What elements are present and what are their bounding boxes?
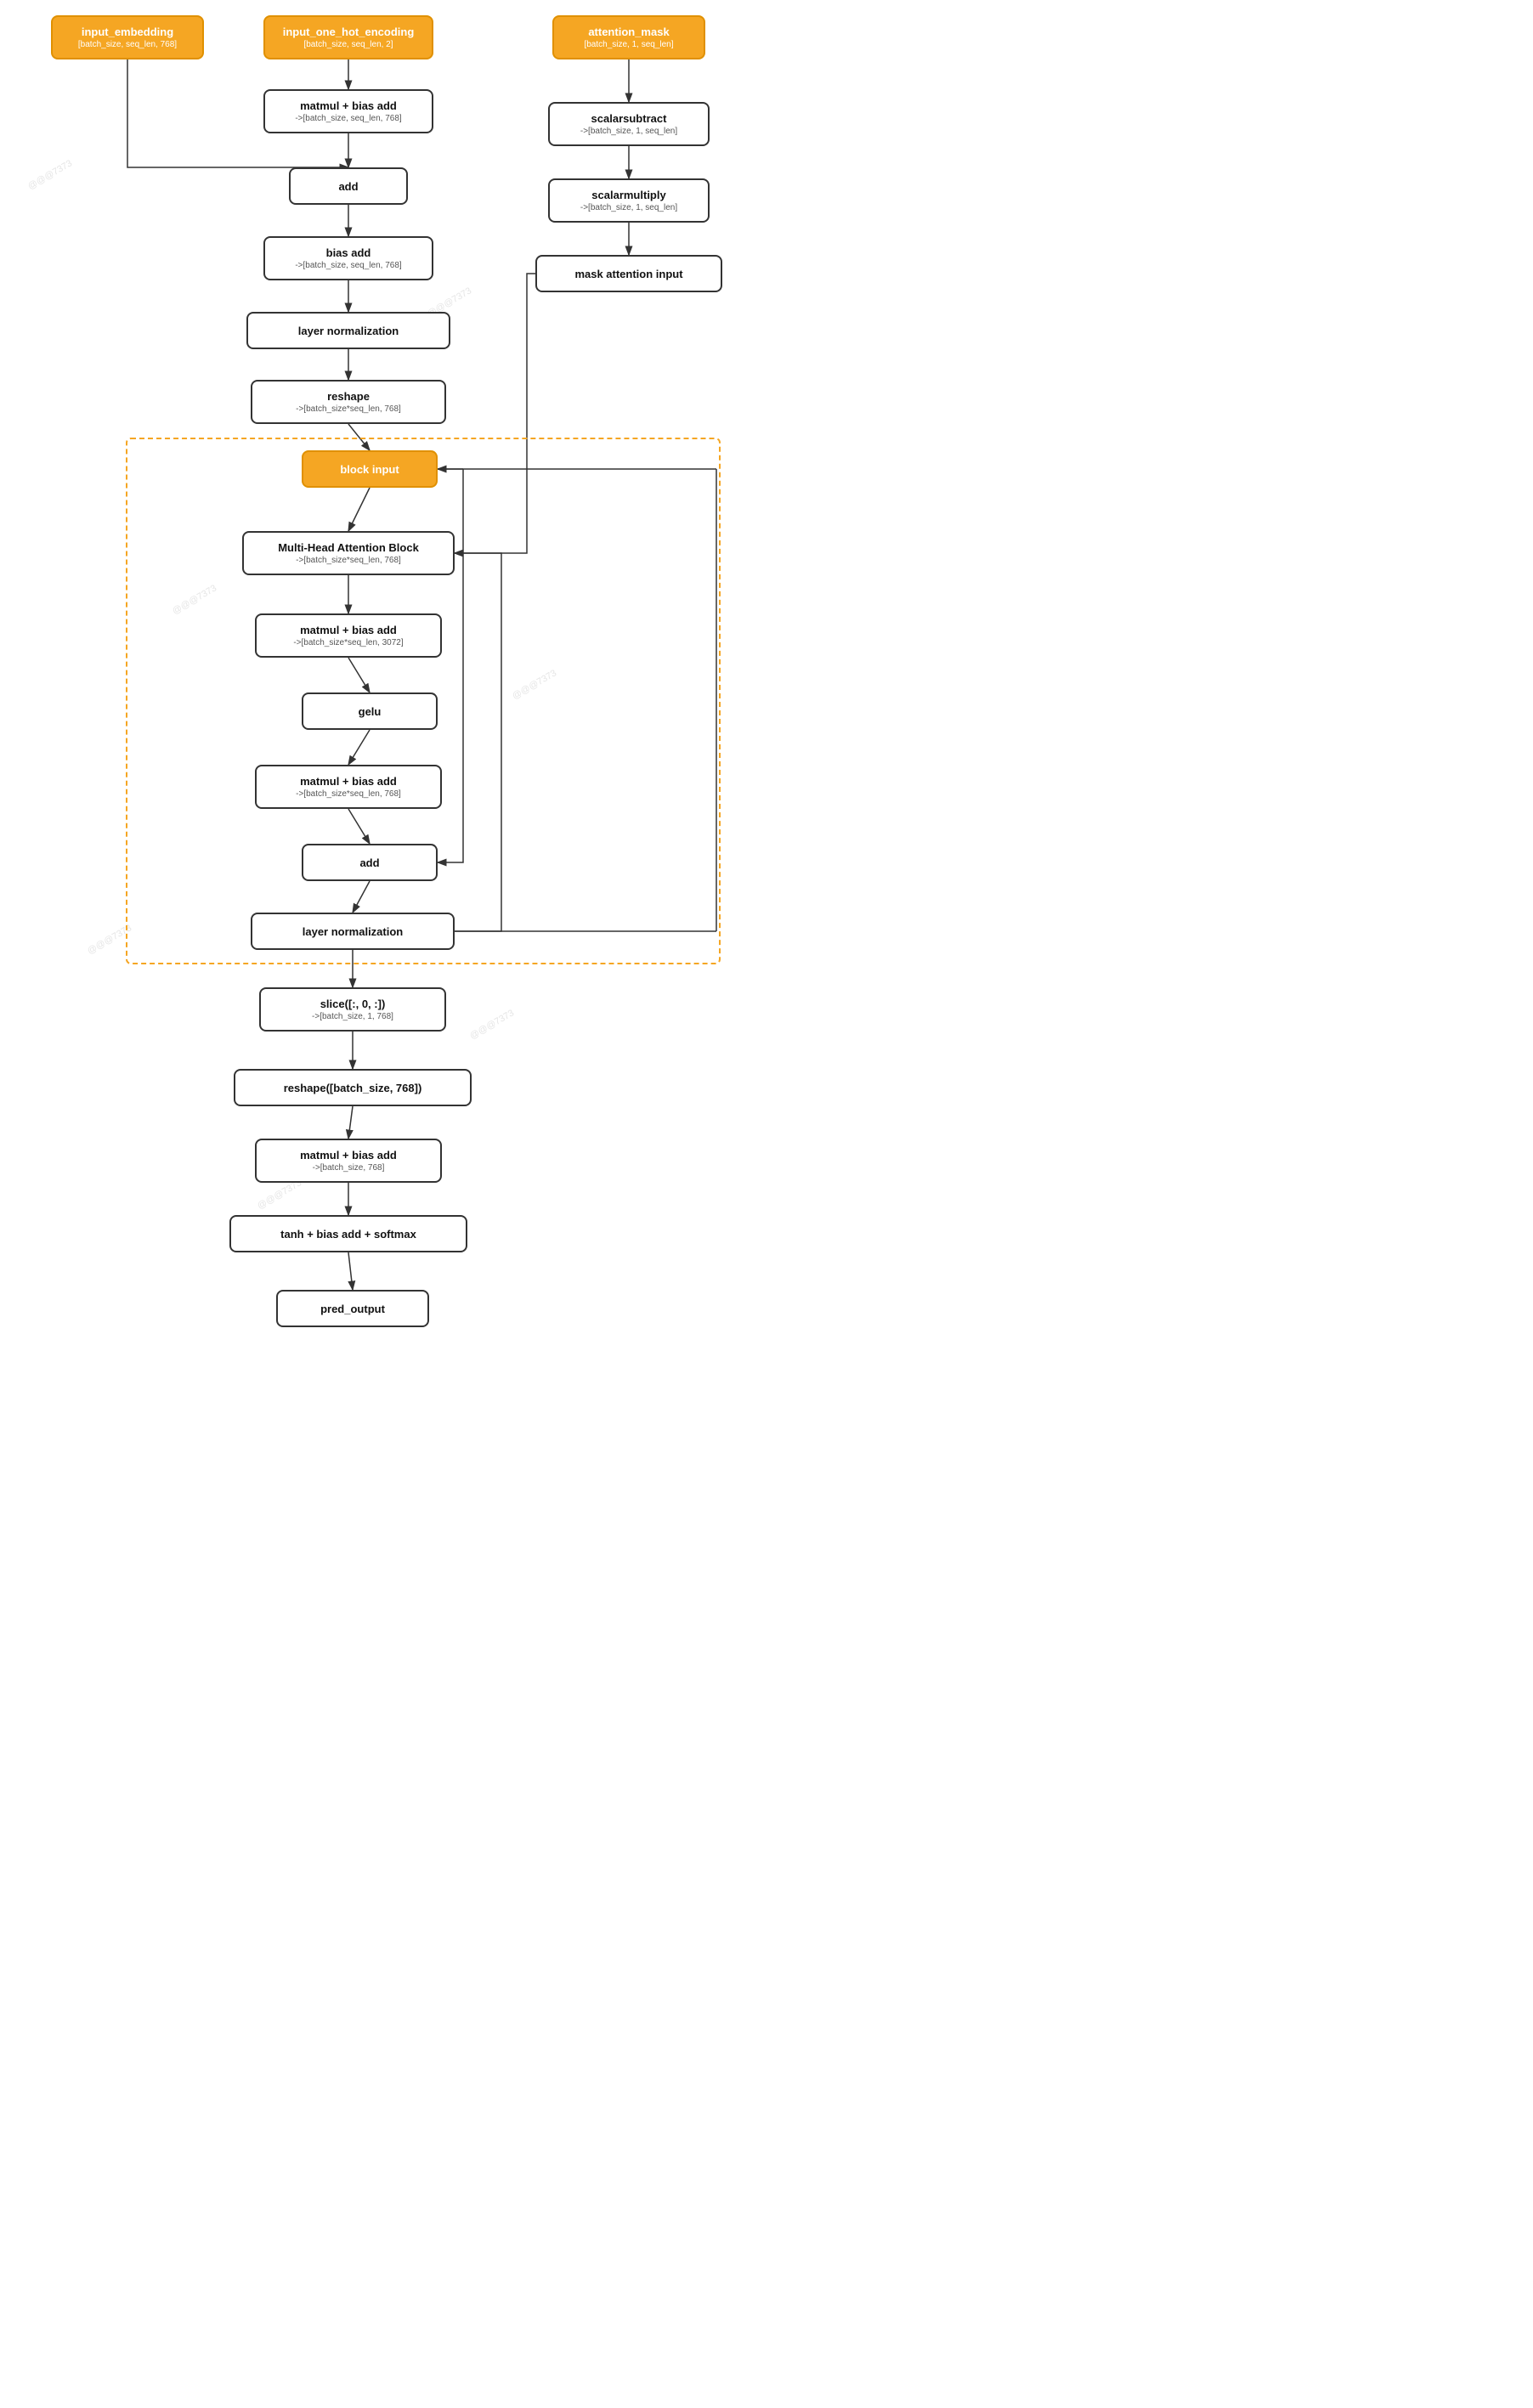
layer_norm_2-node: layer normalization [251, 913, 455, 950]
multihead_attention-node: Multi-Head Attention Block ->[batch_size*… [242, 531, 455, 575]
matmul_bias_2-node: matmul + bias add ->[batch_size*seq_len, … [255, 613, 442, 658]
block_input-title: block input [340, 463, 399, 476]
matmul_bias_3-subtitle: ->[batch_size*seq_len, 768] [296, 789, 401, 799]
matmul_bias_2-subtitle: ->[batch_size*seq_len, 3072] [293, 638, 403, 647]
matmul_bias_4-title: matmul + bias add [300, 1149, 397, 1162]
add_2-title: add [359, 856, 379, 869]
input_embedding-title: input_embedding [82, 25, 173, 38]
gelu-node: gelu [302, 692, 438, 730]
matmul_bias_1-node: matmul + bias add ->[batch_size, seq_len,… [263, 89, 433, 133]
scalarmultiply-node: scalarmultiply ->[batch_size, 1, seq_len] [548, 178, 710, 223]
block_input-node: block input [302, 450, 438, 488]
attention_mask-node: attention_mask [batch_size, 1, seq_len] [552, 15, 705, 59]
matmul_bias_4-node: matmul + bias add->[batch_size, 768] [255, 1139, 442, 1183]
add_1-node: add [289, 167, 408, 205]
multihead_attention-title: Multi-Head Attention Block [278, 541, 419, 554]
reshape_1-subtitle: ->[batch_size*seq_len, 768] [296, 404, 401, 414]
reshape_2-title: reshape([batch_size, 768]) [284, 1082, 422, 1094]
slice-node: slice([:, 0, :]) ->[batch_size, 1, 768] [259, 987, 446, 1032]
layer_norm_2-title: layer normalization [303, 925, 403, 938]
layer_norm_1-title: layer normalization [298, 325, 399, 337]
slice-subtitle: ->[batch_size, 1, 768] [312, 1012, 393, 1021]
mask_attention_input-node: mask attention input [535, 255, 722, 292]
input_one_hot-node: input_one_hot_encoding [batch_size, seq_l… [263, 15, 433, 59]
tanh_softmax-title: tanh + bias add + softmax [280, 1228, 416, 1241]
input_one_hot-title: input_one_hot_encoding [283, 25, 415, 38]
reshape_1-title: reshape [327, 390, 370, 403]
slice-title: slice([:, 0, :]) [320, 998, 386, 1010]
reshape_1-node: reshape->[batch_size*seq_len, 768] [251, 380, 446, 424]
input_one_hot-subtitle: [batch_size, seq_len, 2] [303, 40, 393, 49]
attention_mask-title: attention_mask [588, 25, 669, 38]
scalarmultiply-subtitle: ->[batch_size, 1, seq_len] [580, 203, 677, 212]
input_embedding-subtitle: [batch_size, seq_len, 768] [78, 40, 177, 49]
matmul_bias_1-subtitle: ->[batch_size, seq_len, 768] [295, 114, 401, 123]
attention_mask-subtitle: [batch_size, 1, seq_len] [584, 40, 673, 49]
multihead_attention-subtitle: ->[batch_size*seq_len, 768] [296, 556, 401, 565]
input_embedding-node: input_embedding [batch_size, seq_len, 768… [51, 15, 204, 59]
gelu-title: gelu [359, 705, 382, 718]
matmul_bias_3-node: matmul + bias add->[batch_size*seq_len, … [255, 765, 442, 809]
add_1-title: add [338, 180, 358, 193]
reshape_2-node: reshape([batch_size, 768]) [234, 1069, 472, 1106]
matmul_bias_3-title: matmul + bias add [300, 775, 397, 788]
bias_add_1-node: bias add ->[batch_size, seq_len, 768] [263, 236, 433, 280]
add_2-node: add [302, 844, 438, 881]
pred_output-title: pred_output [320, 1303, 385, 1315]
pred_output-node: pred_output [276, 1290, 429, 1327]
scalarmultiply-title: scalarmultiply [591, 189, 665, 201]
mask_attention_input-title: mask attention input [574, 268, 682, 280]
scalarsubtract-title: scalarsubtract [591, 112, 667, 125]
bias_add_1-subtitle: ->[batch_size, seq_len, 768] [295, 261, 401, 270]
scalarsubtract-subtitle: ->[batch_size, 1, seq_len] [580, 127, 677, 136]
tanh_softmax-node: tanh + bias add + softmax [229, 1215, 467, 1252]
matmul_bias_1-title: matmul + bias add [300, 99, 397, 112]
bias_add_1-title: bias add [326, 246, 371, 259]
layer_norm_1-node: layer normalization [246, 312, 450, 349]
matmul_bias_2-title: matmul + bias add [300, 624, 397, 636]
scalarsubtract-node: scalarsubtract ->[batch_size, 1, seq_len] [548, 102, 710, 146]
matmul_bias_4-subtitle: ->[batch_size, 768] [313, 1163, 385, 1173]
